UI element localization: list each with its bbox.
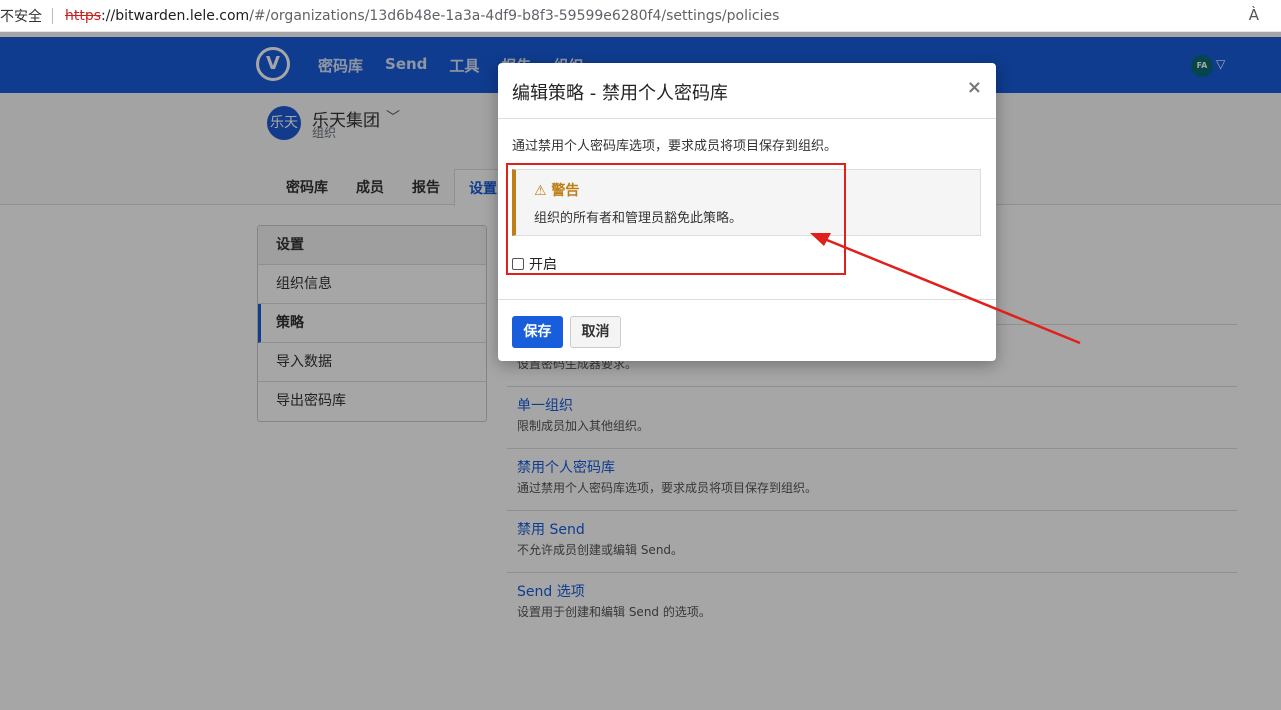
save-button[interactable]: 保存 <box>512 316 563 348</box>
reader-mode-icon[interactable]: À <box>1249 6 1259 24</box>
url-host: ://bitwarden.lele.com <box>101 7 250 24</box>
cancel-button[interactable]: 取消 <box>570 316 621 348</box>
dialog-header: 编辑策略 - 禁用个人密码库 × <box>498 63 996 119</box>
divider <box>52 7 53 24</box>
dialog-title: 编辑策略 - 禁用个人密码库 <box>512 83 728 104</box>
dialog-footer: 保存 取消 <box>498 299 996 361</box>
url-protocol: https <box>65 7 102 24</box>
security-status[interactable]: 不安全 <box>0 6 42 26</box>
url-field[interactable]: https://bitwarden.lele.com/#/organizatio… <box>65 8 779 24</box>
annotation-highlight-box <box>506 163 846 275</box>
url-path: /#/organizations/13d6b48e-1a3a-4df9-b8f3… <box>249 7 780 24</box>
close-icon[interactable]: × <box>967 77 982 98</box>
browser-address-bar: 不安全 https://bitwarden.lele.com/#/organiz… <box>0 0 1281 32</box>
policy-intro: 通过禁用个人密码库选项，要求成员将项目保存到组织。 <box>512 139 838 154</box>
